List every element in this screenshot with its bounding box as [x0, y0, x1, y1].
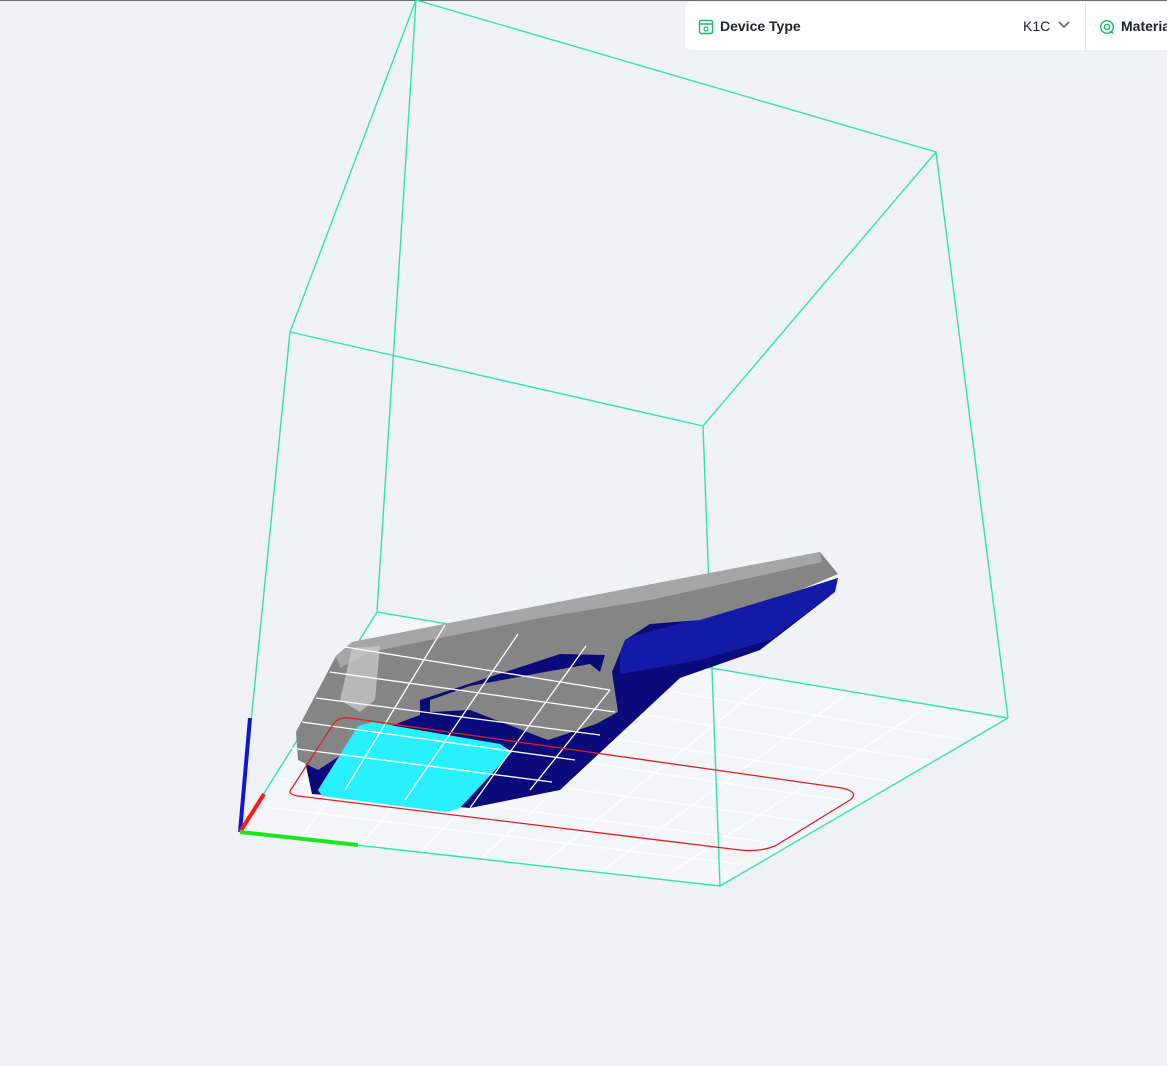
- filament-spool-icon: [1099, 19, 1115, 35]
- chevron-down-icon[interactable]: [1057, 20, 1071, 30]
- device-type-label: Device Type: [720, 18, 801, 34]
- scene-canvas[interactable]: [0, 0, 1167, 1066]
- material-selector[interactable]: Materia: [1086, 2, 1167, 50]
- material-label: Materia: [1121, 18, 1167, 34]
- 3d-viewport[interactable]: Device Type K1C Materia: [0, 0, 1167, 1066]
- device-type-selector[interactable]: Device Type K1C: [685, 2, 1085, 50]
- top-toolbar: Device Type K1C Materia: [685, 2, 1167, 50]
- printer-icon: [698, 19, 714, 35]
- device-type-value: K1C: [1023, 18, 1051, 34]
